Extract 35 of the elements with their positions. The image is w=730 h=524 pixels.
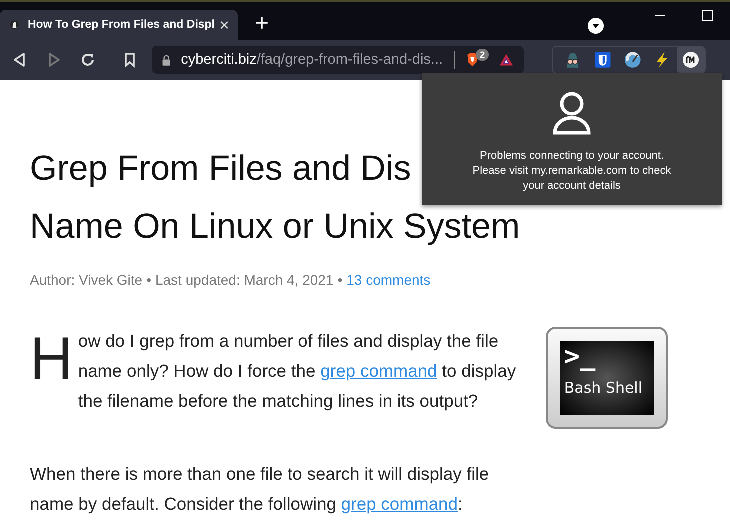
article-title-line: Name On Linux or Unix System [30,206,520,248]
browser-tab[interactable]: How To Grep From Files and Displ ✕ [0,10,238,40]
paragraph: ow do I grep from a number of files and display the file name only? How do I force the grep command to display the filename before the matching lines in its output? [78,330,518,413]
comments-link[interactable]: 13 comments [346,272,431,288]
back-icon[interactable] [12,52,28,68]
logo-caption: Bash Shell [564,379,644,397]
reload-icon[interactable] [80,52,96,68]
rm-icon[interactable] [682,51,700,69]
url-text: cyberciti.biz/faq/grep-from-files-and-dis... [181,52,444,68]
lion-shield-icon[interactable] [466,51,480,69]
tab-title: How To Grep From Files and Displ [28,19,215,31]
user-icon [552,91,592,135]
prompt-glyph: >_ [564,341,597,373]
tab-search-icon[interactable] [588,18,604,34]
new-tab-button[interactable]: + [255,10,270,38]
triangle-icon[interactable] [499,52,514,68]
author-text: Author: Vivek Gite [30,272,143,288]
grep-command-link[interactable]: grep command [341,494,458,514]
gauge-icon[interactable] [624,51,642,69]
paragraph: When there is more than one file to search it will display file name by default. Consider the following grep command: [30,463,490,516]
address-bar[interactable]: cyberciti.biz/faq/grep-from-files-and-dis... 2 [152,46,524,74]
article-title-line: Grep From Files and Dis [30,148,412,190]
close-icon[interactable]: ✕ [219,18,230,32]
bookmark-icon[interactable] [122,52,138,68]
bullet-separator: • [338,272,343,288]
glasses-figure-icon[interactable] [564,51,582,69]
bullet-separator: • [146,272,152,288]
updated-date: Last updated: March 4, 2021 [155,272,334,288]
lock-icon [162,54,172,66]
grep-command-link[interactable]: grep command [320,361,438,381]
shields-badge: 2 [476,49,490,61]
shield-icon[interactable] [594,51,612,69]
maximize-icon[interactable] [702,10,714,22]
popup-message: Problems connecting to your account. Please visit my.remarkable.com to check your account details [472,149,672,194]
drop-cap: H [30,334,74,384]
